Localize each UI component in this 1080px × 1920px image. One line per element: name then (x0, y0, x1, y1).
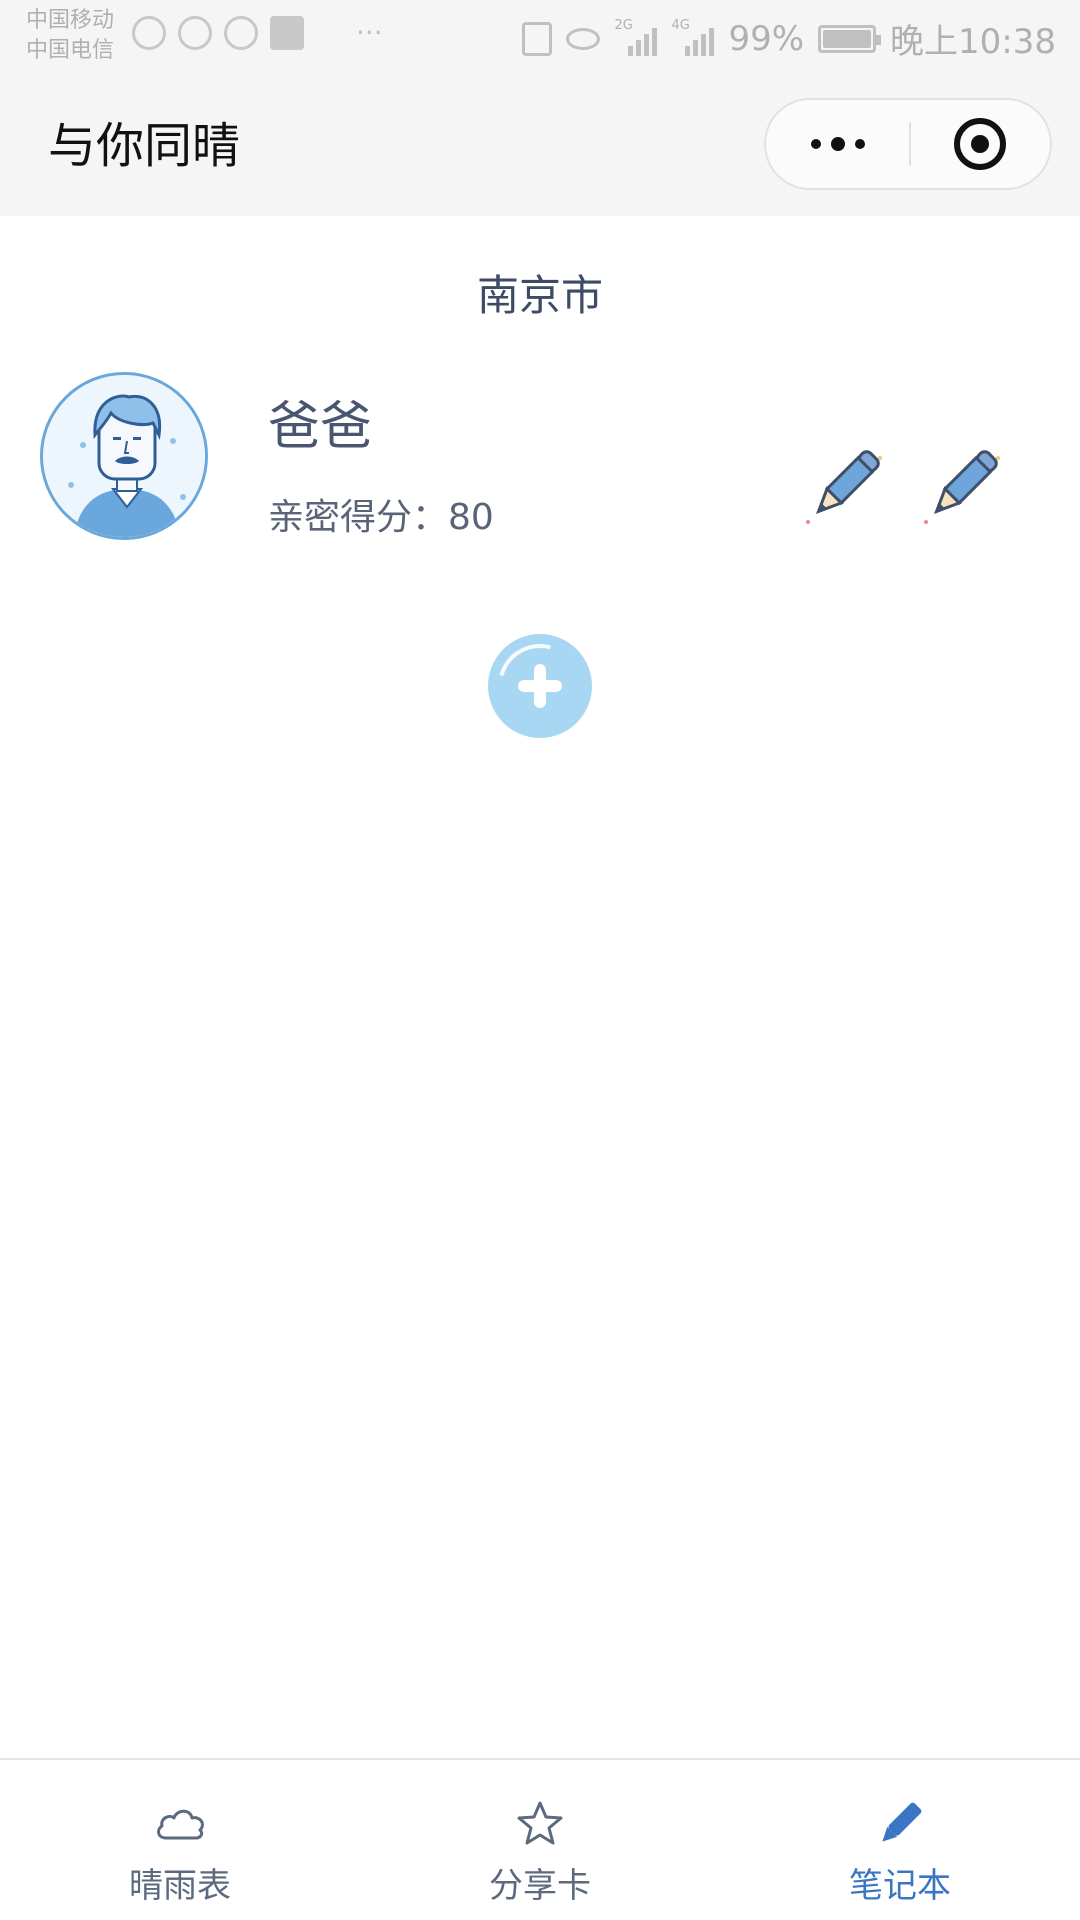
notification-icons: ··· (132, 16, 383, 50)
tab-share-card[interactable]: 分享卡 (360, 1760, 720, 1920)
person-name: 爸爸 (268, 397, 373, 457)
status-bar: 中国移动 中国电信 ··· 2G 4G 99% 晚上10:38 (0, 0, 1080, 72)
vibrate-icon (522, 21, 553, 56)
carrier-info: 中国移动 中国电信 (26, 6, 114, 66)
add-person-button[interactable] (482, 628, 598, 744)
target-icon (953, 118, 1006, 170)
tab-barometer[interactable]: 晴雨表 (0, 1760, 360, 1920)
tab-bar: 晴雨表 分享卡 笔记本 (0, 1758, 1080, 1920)
more-notifications-icon: ··· (356, 16, 383, 49)
battery-percent: 99% (728, 18, 805, 59)
tab-label: 笔记本 (849, 1866, 951, 1906)
battery-fill (823, 29, 871, 48)
person-card[interactable]: 爸爸 亲密得分：80 (0, 366, 1080, 546)
page-title: 与你同晴 (48, 118, 241, 174)
edit-button[interactable] (914, 438, 1010, 534)
tab-notebook[interactable]: 笔记本 (720, 1760, 1080, 1920)
menu-capsule (764, 98, 1052, 190)
intimacy-score: 亲密得分：80 (268, 496, 494, 540)
edit-button[interactable] (796, 438, 892, 534)
more-options-button[interactable] (766, 100, 909, 188)
father-avatar-icon (43, 375, 205, 537)
notification-hex-icon (224, 16, 258, 50)
plus-icon-vertical (534, 664, 546, 708)
score-label: 亲密得分： (268, 497, 449, 538)
pencil-icon (924, 450, 1000, 524)
signal-2g-icon: 2G (614, 18, 658, 56)
tab-label: 晴雨表 (129, 1866, 231, 1906)
notification-app-icon (178, 16, 212, 50)
signal-4g-label: 4G (671, 17, 690, 33)
close-miniprogram-button[interactable] (909, 100, 1050, 188)
pencil-icon (870, 1794, 930, 1854)
pencil-icon (806, 450, 882, 524)
eye-comfort-icon (566, 27, 601, 50)
system-status: 2G 4G 99% 晚上10:38 (522, 14, 1056, 63)
clock: 晚上10:38 (890, 22, 1056, 62)
more-dot-icon (854, 139, 865, 149)
score-value: 80 (448, 497, 494, 538)
nav-bar: 与你同晴 (0, 72, 1080, 216)
more-dot-icon (810, 139, 821, 149)
avatar[interactable] (40, 372, 208, 540)
notification-image-icon (270, 16, 304, 50)
notification-globe-icon (132, 16, 166, 50)
city-label: 南京市 (476, 271, 603, 320)
battery-icon (818, 24, 882, 53)
carrier-2: 中国电信 (26, 38, 115, 63)
star-icon (510, 1794, 570, 1854)
signal-4g-icon: 4G (671, 18, 715, 56)
tab-label: 分享卡 (489, 1866, 591, 1906)
signal-2g-label: 2G (614, 17, 633, 33)
more-dot-icon (830, 137, 845, 151)
cloud-icon (150, 1794, 210, 1854)
carrier-1: 中国移动 (26, 8, 115, 33)
